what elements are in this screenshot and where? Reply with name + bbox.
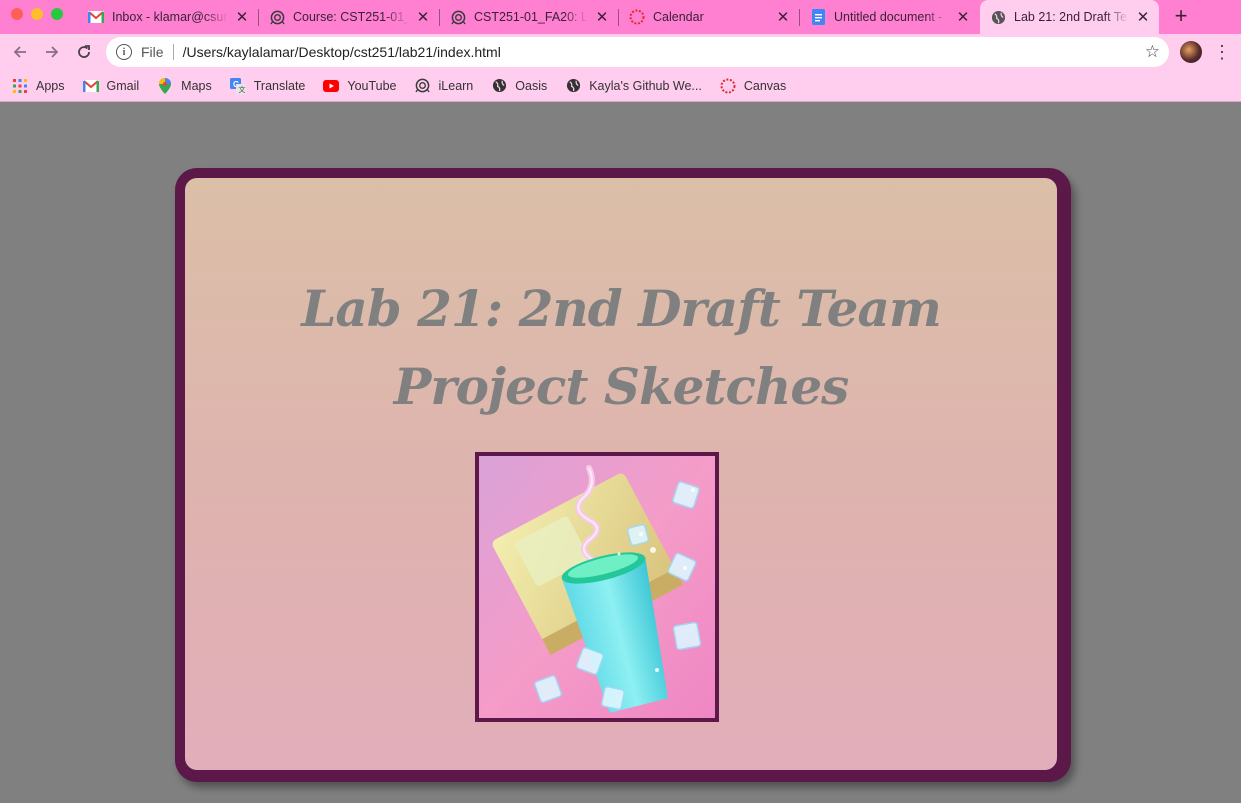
omnibox-divider — [172, 44, 174, 60]
address-bar[interactable]: i File /Users/kaylalamar/Desktop/cst251/… — [106, 37, 1169, 67]
tab-docs[interactable]: Untitled document - ✕ — [800, 0, 979, 34]
canvas-icon — [720, 78, 736, 94]
bookmark-label: Translate — [253, 78, 306, 93]
forward-icon[interactable] — [40, 40, 64, 64]
globe-icon — [565, 78, 581, 94]
page-title-line-1: Lab 21: 2nd Draft Team — [301, 279, 942, 338]
tab-course[interactable]: Course: CST251-01_ ✕ — [259, 0, 439, 34]
reload-icon[interactable] — [72, 40, 96, 64]
bookmark-translate[interactable]: G文 Translate — [229, 77, 306, 94]
bookmark-canvas[interactable]: Canvas — [720, 78, 786, 94]
bookmark-label: iLearn — [438, 78, 474, 93]
ilearn-icon — [450, 9, 466, 25]
tab-title: Lab 21: 2nd Draft Te — [1014, 10, 1129, 24]
bookmark-label: Oasis — [515, 78, 548, 93]
bookmark-apps[interactable]: Apps — [12, 78, 65, 94]
bookmark-label: Canvas — [743, 78, 787, 93]
sketch-image — [475, 452, 719, 722]
svg-text:文: 文 — [238, 85, 245, 94]
tab-title: Inbox - klamar@csum — [112, 10, 228, 24]
bookmark-youtube[interactable]: YouTube — [323, 78, 397, 94]
tab-lab21[interactable]: Lab 21: 2nd Draft Te ✕ — [980, 0, 1159, 34]
url-text[interactable]: /Users/kaylalamar/Desktop/cst251/lab21/i… — [183, 44, 501, 60]
page-title-line-2: Project Sketches — [393, 357, 850, 416]
apps-grid-icon — [12, 78, 28, 94]
menu-kebab-icon[interactable]: ⋮ — [1213, 42, 1231, 62]
close-tab-icon[interactable]: ✕ — [415, 9, 431, 26]
bookmark-github[interactable]: Kayla's Github We... — [565, 78, 702, 94]
tab-cst251[interactable]: CST251-01_FA20: La ✕ — [440, 0, 618, 34]
bookmark-star-icon[interactable]: ☆ — [1145, 42, 1160, 62]
bookmark-label: YouTube — [347, 78, 397, 93]
bookmark-maps[interactable]: Maps — [157, 77, 212, 94]
close-window-button[interactable] — [11, 8, 23, 20]
new-tab-icon[interactable]: + — [1170, 3, 1192, 28]
bookmarks-bar: Apps Gmail Maps G文 Translate YouTube iLe… — [0, 70, 1241, 102]
ilearn-icon — [415, 78, 431, 94]
bookmark-label: Kayla's Github We... — [589, 78, 702, 93]
bookmark-label: Gmail — [106, 78, 140, 93]
ilearn-icon — [269, 9, 285, 25]
tab-title: Calendar — [653, 10, 769, 24]
tab-calendar[interactable]: Calendar ✕ — [619, 0, 799, 34]
bookmark-oasis[interactable]: Oasis — [491, 78, 547, 94]
zoom-window-button[interactable] — [51, 8, 63, 20]
tab-title: Course: CST251-01_ — [293, 10, 409, 24]
docs-icon — [810, 9, 826, 25]
youtube-icon — [323, 78, 340, 94]
close-tab-icon[interactable]: ✕ — [1135, 9, 1151, 26]
maps-pin-icon — [157, 77, 173, 94]
canvas-icon — [629, 9, 645, 25]
bookmark-gmail[interactable]: Gmail — [82, 78, 140, 94]
url-scheme: File — [141, 44, 164, 60]
close-tab-icon[interactable]: ✕ — [234, 9, 250, 26]
bookmark-label: Apps — [36, 78, 65, 93]
close-tab-icon[interactable]: ✕ — [775, 9, 791, 26]
drink-illustration — [479, 456, 715, 718]
bookmark-label: Maps — [181, 78, 212, 93]
tab-title: Untitled document - — [834, 10, 949, 24]
gmail-icon — [88, 9, 104, 25]
page-title: Lab 21: 2nd Draft Team Project Sketches — [185, 270, 1057, 426]
minimize-window-button[interactable] — [31, 8, 43, 20]
content-card-inner: Lab 21: 2nd Draft Team Project Sketches — [185, 178, 1057, 770]
browser-toolbar: i File /Users/kaylalamar/Desktop/cst251/… — [0, 34, 1241, 70]
tab-title: CST251-01_FA20: La — [474, 10, 588, 24]
page-viewport: Lab 21: 2nd Draft Team Project Sketches — [0, 102, 1241, 803]
translate-icon: G文 — [229, 77, 246, 94]
profile-avatar[interactable] — [1180, 41, 1202, 63]
tab-gmail[interactable]: Inbox - klamar@csum ✕ — [78, 0, 258, 34]
close-tab-icon[interactable]: ✕ — [594, 9, 610, 26]
close-tab-icon[interactable]: ✕ — [955, 9, 971, 26]
bookmark-ilearn[interactable]: iLearn — [415, 78, 474, 94]
content-card: Lab 21: 2nd Draft Team Project Sketches — [175, 168, 1071, 782]
globe-icon — [491, 78, 507, 94]
gmail-icon — [82, 78, 99, 94]
back-icon[interactable] — [8, 40, 32, 64]
globe-icon — [990, 9, 1006, 25]
tab-strip: Inbox - klamar@csum ✕ Course: CST251-01_… — [0, 0, 1241, 34]
info-icon[interactable]: i — [116, 44, 132, 60]
